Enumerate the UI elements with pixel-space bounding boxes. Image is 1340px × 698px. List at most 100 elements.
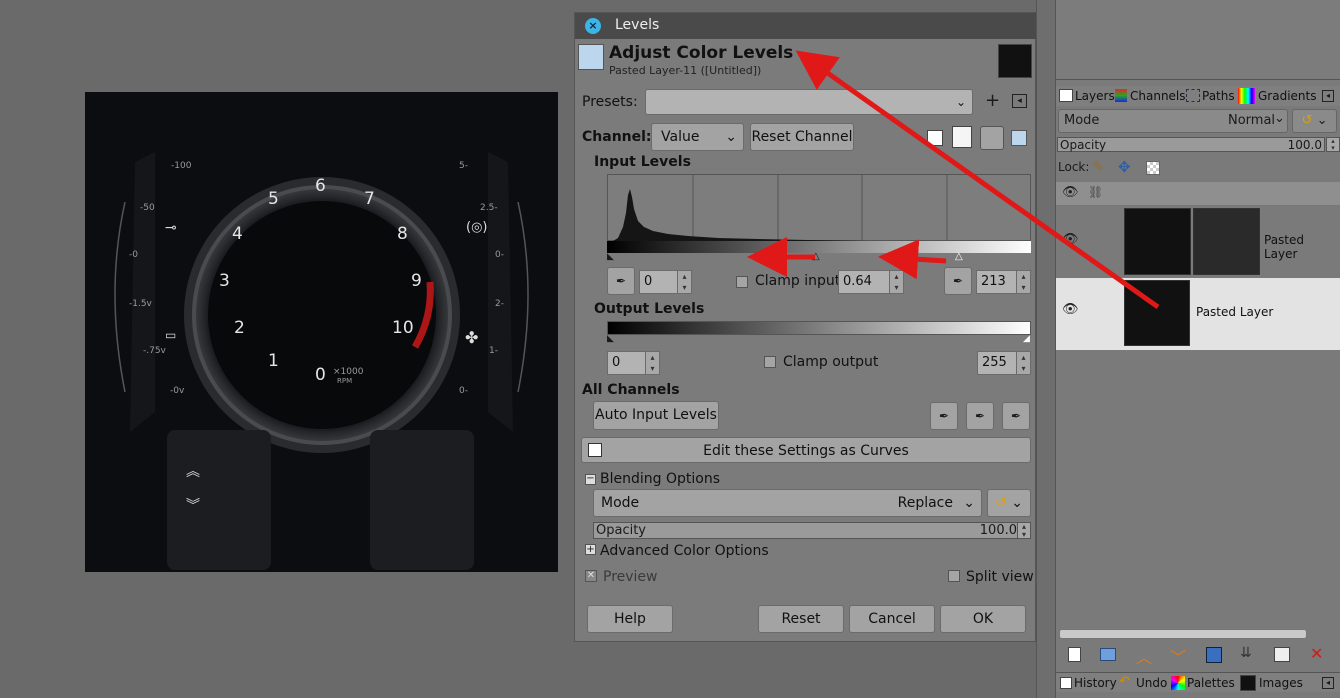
new-layer-group-icon[interactable] [1100,648,1116,661]
pick-white-point-icon[interactable]: ✒ [944,267,972,295]
layer-group-row[interactable]: 👁 ⛓ [1056,182,1340,206]
preset-menu-icon[interactable]: ◂ [1012,94,1027,108]
eye-icon[interactable]: 👁 [1062,185,1079,200]
tab-paths[interactable]: Paths [1202,87,1235,105]
output-white-slider[interactable]: ◢ [1023,334,1030,344]
layer-row-selected[interactable]: 👁 Pasted Layer [1056,278,1340,350]
tab-images[interactable]: Images [1259,674,1303,692]
cancel-button[interactable]: Cancel [849,605,935,633]
tab-menu-icon[interactable]: ◂ [1322,90,1334,102]
layer-name[interactable]: Pasted Layer [1264,233,1340,261]
duplicate-layer-icon[interactable] [1206,647,1222,663]
tab-gradients[interactable]: Gradients [1258,87,1316,105]
expand-icon[interactable]: + [585,544,596,555]
gauge-number: 1 [268,351,279,371]
clamp-input-checkbox[interactable] [736,276,748,288]
preview-checkbox[interactable]: ✕ [585,570,597,582]
lock-pixels-icon[interactable]: ✎ [1092,159,1104,175]
eye-icon[interactable]: 👁 [1062,232,1079,247]
side-label: 0- [459,386,468,396]
split-view-checkbox[interactable] [948,570,960,582]
reset-button[interactable]: Reset [758,605,844,633]
gauge-number: 2 [234,318,245,338]
ok-button[interactable]: OK [940,605,1026,633]
white-point-slider[interactable]: △ [955,251,963,262]
layer-mode-dropdown[interactable]: Mode Normal ⌄ [1058,109,1288,133]
reset-channel-button[interactable]: Reset Channel [750,123,854,151]
histogram-fill-icon[interactable] [1011,130,1027,146]
log-histogram-icon[interactable] [952,126,972,148]
tab-palettes[interactable]: Palettes [1187,674,1235,692]
tab-layers[interactable]: Layers [1075,87,1115,105]
input-low-field[interactable]: 0 ▴ ▾ [639,270,692,294]
tab-menu-icon[interactable]: ◂ [1322,677,1334,689]
output-low-field[interactable]: 0 ▴ ▾ [607,351,660,375]
eye-icon[interactable]: 👁 [1062,302,1079,317]
output-black-slider[interactable]: ◣ [607,334,614,344]
lock-label: Lock: [1058,160,1090,174]
canvas-image[interactable]: ︽ ︾ 6 5 7 4 8 3 9 2 10 1 0 ×1000 RPM -10… [85,92,558,572]
channel-dropdown[interactable]: Value ⌄ [651,123,744,151]
output-high-field[interactable]: 255 ▴ ▾ [977,351,1031,375]
gauge-unit: ×1000 [333,367,364,377]
layer-preview-thumb [998,44,1032,78]
tab-channels[interactable]: Channels [1130,87,1186,105]
channels-tab-icon [1115,89,1127,102]
add-preset-icon[interactable]: + [985,90,1000,111]
advanced-options-label[interactable]: Advanced Color Options [600,543,769,559]
gauge-number: 7 [364,189,375,209]
lock-alpha-icon[interactable] [1146,161,1160,175]
pick-gray-all-icon[interactable]: ✒ [966,402,994,430]
opacity-slider[interactable]: Opacity 100.0 [593,522,1020,539]
pick-white-all-icon[interactable]: ✒ [1002,402,1030,430]
blend-mode-dropdown[interactable]: Mode Replace ⌄ [593,489,982,517]
anchor-layer-icon[interactable]: ⇊ [1240,645,1252,661]
brake-icon: (◎) [466,220,488,235]
new-layer-icon[interactable] [1068,647,1081,662]
split-view-label: Split view [966,569,1034,585]
histogram [607,174,1032,242]
layer-list: 👁 ⛓ 👁 Pasted Layer 👁 Pasted Layer [1056,182,1340,625]
dock-separator[interactable] [1036,0,1055,698]
gamma-field[interactable]: 0.64 ▴ ▾ [838,270,904,294]
clamp-output-checkbox[interactable] [764,356,776,368]
pick-black-point-icon[interactable]: ✒ [607,267,635,295]
edit-as-curves-button[interactable]: Edit these Settings as Curves [581,437,1031,463]
side-label: -100 [171,161,192,171]
mask-icon[interactable] [1274,647,1290,662]
pick-black-all-icon[interactable]: ✒ [930,402,958,430]
layer-mode-switch[interactable]: ↺ ⌄ [1292,109,1337,133]
mode-switch-button[interactable]: ↺ ⌄ [987,489,1031,517]
tab-history[interactable]: History [1074,674,1117,692]
gauge-number: 10 [392,318,414,338]
layer-row[interactable]: 👁 Pasted Layer [1056,206,1340,278]
linear-histogram-icon[interactable] [927,130,943,146]
horizontal-scrollbar[interactable] [1059,629,1307,639]
input-levels-label: Input Levels [594,154,691,170]
auto-input-levels-button[interactable]: Auto Input Levels [593,401,719,430]
tab-undo[interactable]: Undo [1136,674,1167,692]
title-bar[interactable]: × Levels [575,13,1037,39]
delete-layer-icon[interactable]: ✕ [1310,644,1323,663]
blending-options-label[interactable]: Blending Options [600,471,720,487]
layer-name[interactable]: Pasted Layer [1196,305,1273,319]
black-point-slider[interactable]: ◣ [607,252,614,262]
clamp-output-label: Clamp output [783,354,879,370]
help-button[interactable]: Help [587,605,673,633]
history-tab-icon [1060,677,1072,689]
chevron-down-icon: ⌄ [1274,111,1285,126]
presets-dropdown[interactable]: ⌄ [645,89,973,115]
chevron-down-icon: ⌄ [963,495,975,511]
histogram-view-icon[interactable] [980,126,1004,150]
layer-opacity-slider[interactable]: Opacity 100.0 [1057,137,1325,152]
all-channels-label: All Channels [582,382,680,398]
close-icon[interactable]: × [585,18,601,34]
dialog-heading: Adjust Color Levels [609,43,794,63]
lock-position-icon[interactable]: ✥ [1118,158,1131,176]
lower-layer-icon[interactable]: ﹀ [1170,644,1186,668]
input-high-field[interactable]: 213 ▴ ▾ [976,270,1031,294]
chain-icon[interactable]: ⛓ [1088,185,1103,199]
raise-layer-icon[interactable]: ︿ [1136,644,1152,668]
gamma-slider[interactable]: △ [812,251,820,262]
collapse-icon[interactable]: − [585,474,596,485]
